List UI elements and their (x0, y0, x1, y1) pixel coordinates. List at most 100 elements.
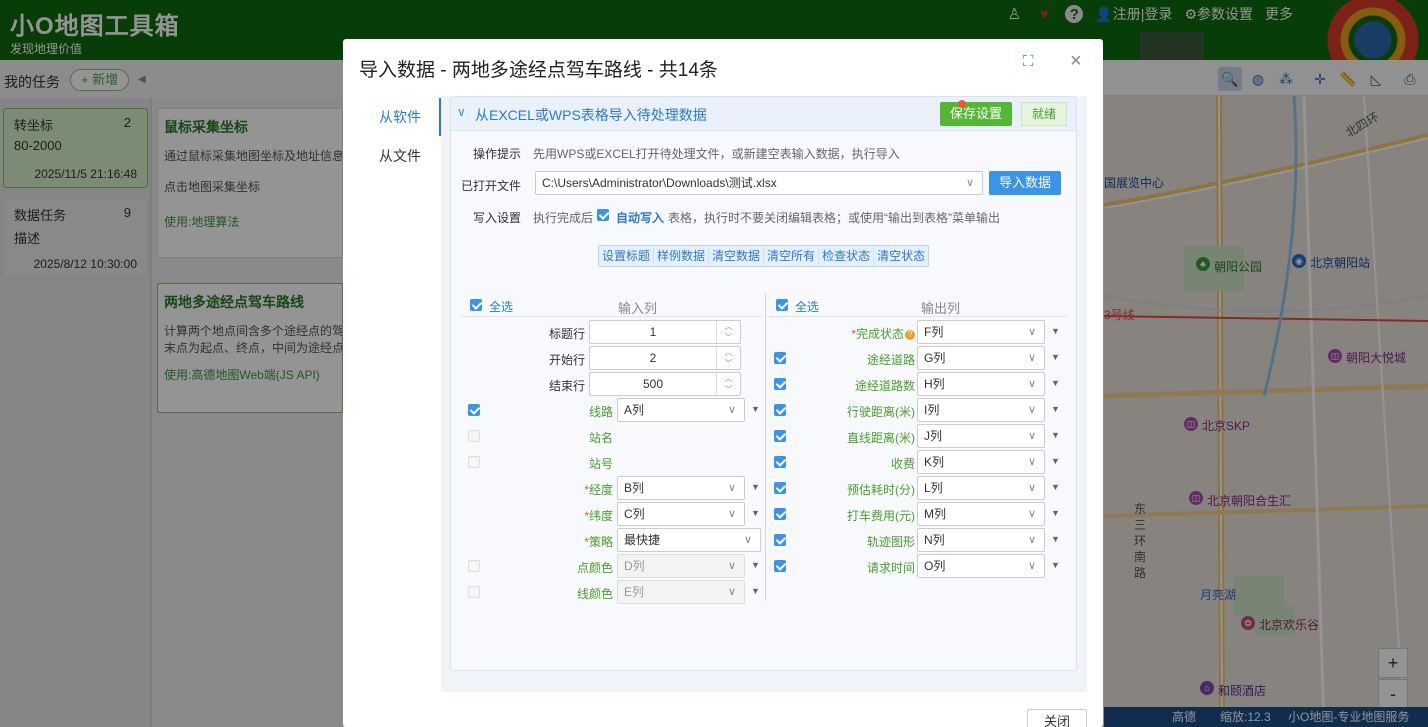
auto-write-label[interactable]: 自动写入 (616, 209, 664, 226)
save-settings-label: 保存设置 (949, 106, 1002, 121)
auto-write-checkbox[interactable] (597, 209, 609, 221)
number-stepper[interactable]: 2 ︿ ﹀ (589, 346, 741, 370)
clear-data-button[interactable]: 清空数据 (709, 246, 765, 266)
save-settings-button[interactable]: 保存设置 (940, 100, 1012, 126)
dropdown-arrow-icon[interactable]: ▼ (751, 560, 760, 570)
column-select[interactable]: G列 ∨ (917, 346, 1045, 370)
output-row-checkbox[interactable] (774, 378, 786, 390)
number-row: 标题行 1 ︿ ﹀ (461, 320, 761, 344)
chevron-down-icon: ∨ (1027, 534, 1036, 546)
chevron-down-icon: ∨ (1027, 352, 1036, 364)
stepper-arrows-icon[interactable]: ︿ ﹀ (716, 373, 740, 395)
output-row-label: 途经道路 (867, 351, 915, 368)
column-select[interactable]: M列 ∨ (917, 502, 1045, 526)
dropdown-arrow-icon[interactable]: ▼ (1051, 352, 1060, 362)
column-select-value: I列 (924, 403, 940, 417)
dropdown-arrow-icon[interactable]: ▼ (1051, 534, 1060, 544)
input-row-checkbox[interactable] (468, 560, 480, 572)
number-stepper[interactable]: 500 ︿ ﹀ (589, 372, 741, 396)
column-select[interactable]: C列 ∨ (617, 502, 745, 526)
output-row-checkbox[interactable] (774, 482, 786, 494)
output-column-title: 输出列 (921, 301, 961, 316)
dropdown-arrow-icon[interactable]: ▼ (1051, 430, 1060, 440)
chevron-down-icon: ∨ (1027, 378, 1036, 390)
dropdown-arrow-icon[interactable]: ▼ (1051, 482, 1060, 492)
select-all-input-checkbox[interactable] (470, 299, 482, 311)
chevron-down-icon[interactable]: ∨ (457, 105, 466, 119)
output-row-label-text: 预估耗时(分) (847, 483, 915, 497)
input-row-checkbox[interactable] (468, 586, 480, 598)
input-row-label-text: 线颜色 (576, 587, 613, 601)
input-row-label: 点颜色 (577, 559, 613, 576)
dropdown-arrow-icon[interactable]: ▼ (1051, 378, 1060, 388)
column-select[interactable]: 最快捷 ∨ (617, 528, 761, 552)
column-select[interactable]: F列 ∨ (917, 320, 1045, 344)
maximize-icon[interactable]: ⛶ (1023, 53, 1034, 70)
panel-header[interactable]: ∨ 从EXCEL或WPS表格导入待处理数据 保存设置 就绪 (451, 97, 1076, 131)
help-icon[interactable]: ? (905, 330, 915, 340)
select-all-output-checkbox[interactable] (776, 299, 788, 311)
column-select[interactable]: J列 ∨ (917, 424, 1045, 448)
dropdown-arrow-icon[interactable]: ▼ (1051, 326, 1060, 336)
check-status-button[interactable]: 检查状态 (819, 246, 875, 266)
output-row-label-text: 途经道路数 (854, 379, 915, 393)
input-row-label: *纬度 (584, 507, 613, 524)
stepper-arrows-icon[interactable]: ︿ ﹀ (716, 321, 740, 343)
column-select[interactable]: O列 ∨ (917, 554, 1045, 578)
column-select[interactable]: I列 ∨ (917, 398, 1045, 422)
import-data-button[interactable]: 导入数据 (989, 171, 1061, 195)
number-row-label: 结束行 (548, 379, 585, 393)
dropdown-arrow-icon[interactable]: ▼ (751, 482, 760, 492)
select-all-input-label[interactable]: 全选 (489, 298, 513, 315)
input-row-checkbox[interactable] (468, 404, 480, 416)
clear-status-button[interactable]: 清空状态 (874, 246, 928, 266)
output-column-header: 全选 输出列 (767, 293, 1067, 317)
input-mapping-row: *策略 最快捷 ∨ (461, 528, 761, 552)
close-button[interactable]: 关闭 (1027, 709, 1087, 727)
sample-data-button[interactable]: 样例数据 (654, 246, 710, 266)
output-row-checkbox[interactable] (774, 560, 786, 572)
output-row-checkbox[interactable] (774, 404, 786, 416)
set-title-button[interactable]: 设置标题 (599, 246, 655, 266)
output-row-checkbox[interactable] (774, 430, 786, 442)
dropdown-arrow-icon[interactable]: ▼ (1051, 508, 1060, 518)
dropdown-arrow-icon[interactable]: ▼ (1051, 404, 1060, 414)
input-row-checkbox[interactable] (468, 430, 480, 442)
column-select-value: N列 (924, 533, 945, 547)
dropdown-arrow-icon[interactable]: ▼ (751, 586, 760, 596)
input-mapping-row: 线路 A列 ∨ ▼ (461, 398, 761, 422)
output-mapping-row: 请求时间 O列 ∨ ▼ (767, 554, 1067, 578)
output-row-checkbox[interactable] (774, 508, 786, 520)
output-row-checkbox[interactable] (774, 534, 786, 546)
tab-from-software[interactable]: 从软件 (358, 98, 441, 136)
input-row-label-text: 站名 (588, 431, 613, 445)
output-row-checkbox[interactable] (774, 456, 786, 468)
output-row-checkbox[interactable] (774, 352, 786, 364)
input-row-label: *经度 (584, 481, 613, 498)
dropdown-arrow-icon[interactable]: ▼ (751, 508, 760, 518)
chevron-down-icon: ∨ (743, 534, 752, 546)
input-row-checkbox[interactable] (468, 456, 480, 468)
column-select[interactable]: K列 ∨ (917, 450, 1045, 474)
column-select[interactable]: N列 ∨ (917, 528, 1045, 552)
number-stepper[interactable]: 1 ︿ ﹀ (589, 320, 741, 344)
input-row-label: 站号 (589, 455, 613, 472)
dropdown-arrow-icon[interactable]: ▼ (1051, 560, 1060, 570)
close-icon[interactable]: × (1070, 50, 1082, 73)
stepper-arrows-icon[interactable]: ︿ ﹀ (716, 347, 740, 369)
column-select[interactable]: A列 ∨ (617, 398, 745, 422)
select-all-output-label[interactable]: 全选 (795, 298, 819, 315)
column-select[interactable]: L列 ∨ (917, 476, 1045, 500)
dropdown-arrow-icon[interactable]: ▼ (751, 404, 760, 414)
chevron-down-icon: ∨ (1027, 404, 1036, 416)
input-row-label-text: 纬度 (588, 509, 613, 523)
input-mapping-row: *经度 B列 ∨ ▼ (461, 476, 761, 500)
tab-from-file[interactable]: 从文件 (358, 137, 441, 175)
dropdown-arrow-icon[interactable]: ▼ (1051, 456, 1060, 466)
status-badge: 就绪 (1021, 102, 1067, 126)
clear-all-button[interactable]: 清空所有 (764, 246, 820, 266)
column-select[interactable]: B列 ∨ (617, 476, 745, 500)
column-select[interactable]: H列 ∨ (917, 372, 1045, 396)
file-select[interactable]: C:\Users\Administrator\Downloads\测试.xlsx… (535, 171, 983, 195)
number-row-label: 开始行 (548, 353, 585, 367)
